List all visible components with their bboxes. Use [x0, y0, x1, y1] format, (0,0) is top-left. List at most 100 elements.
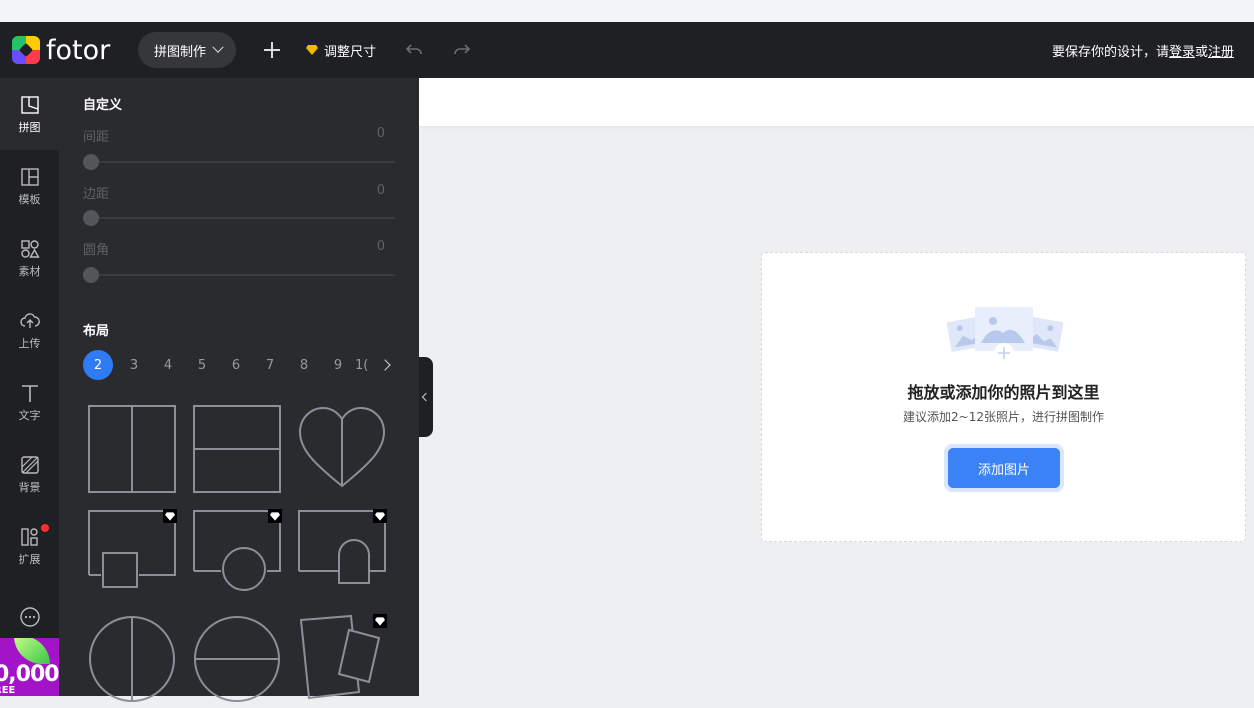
- rail-label: 扩展: [18, 552, 41, 566]
- template-icon: [20, 167, 39, 186]
- chevron-down-icon: [212, 41, 224, 53]
- save-hint-text: 要保存你的设计，请: [1051, 44, 1169, 60]
- logo-text: fotor: [46, 34, 111, 66]
- layout-two-vertical-icon: [88, 405, 176, 493]
- spacing-track[interactable]: [83, 161, 395, 163]
- layout-heart-icon: [298, 406, 386, 488]
- rail-item-collage[interactable]: 拼图: [0, 78, 59, 150]
- layout-circle-vertical[interactable]: [87, 614, 177, 704]
- add-image-label: 添加图片: [948, 448, 1060, 488]
- undo-icon[interactable]: [404, 40, 424, 60]
- drop-subtitle: 建议添加2~12张照片，进行拼图制作: [903, 410, 1104, 424]
- layout-rect-arch[interactable]: [297, 509, 387, 599]
- new-design-plus-icon[interactable]: [262, 40, 282, 60]
- vip-badge: [373, 509, 387, 523]
- padding-label: 边距: [83, 187, 110, 202]
- vip-badge: [163, 509, 177, 523]
- rail-label: 背景: [18, 480, 41, 494]
- or-text: 或: [1194, 44, 1208, 60]
- photos-illustration-icon: [946, 307, 1064, 363]
- page-2[interactable]: 2: [83, 350, 113, 380]
- rail-label: 模板: [18, 192, 41, 206]
- custom-section-title: 自定义: [83, 98, 123, 113]
- top-bar: fotor 拼图制作 调整尺寸 要保存你的设计，请登录或注册: [0, 22, 1254, 78]
- layout-circle-horizontal[interactable]: [192, 614, 282, 704]
- promo-caption: REE CREDITS: [0, 685, 16, 696]
- text-icon: [21, 384, 38, 402]
- rail-item-elements[interactable]: 素材: [0, 222, 59, 294]
- promo-amount: 0,000: [0, 662, 59, 687]
- rail-item-template[interactable]: 模板: [0, 150, 59, 222]
- rail-item-upload[interactable]: 上传: [0, 294, 59, 366]
- rail-item-text[interactable]: 文字: [0, 366, 59, 438]
- padding-slider-thumb[interactable]: [83, 210, 99, 226]
- apps-icon: [20, 527, 38, 546]
- resize-button[interactable]: 调整尺寸: [306, 41, 376, 60]
- corner-radius-label: 圆角: [83, 243, 110, 258]
- add-image-button[interactable]: 添加图片: [944, 444, 1064, 492]
- photo-dropzone[interactable]: 拖放或添加你的照片到这里 建议添加2~12张照片，进行拼图制作 添加图片: [761, 252, 1246, 542]
- layout-tilted-photos[interactable]: [297, 614, 387, 704]
- browser-top-strip: [0, 0, 1254, 22]
- spacing-value: 0: [376, 126, 385, 141]
- left-rail: 拼图 模板 素材 上传 文字 背景 扩展 0,000 REE CREDITS: [0, 78, 59, 696]
- save-hint: 要保存你的设计，请登录或注册: [1052, 41, 1234, 60]
- diamond-icon: [165, 511, 175, 521]
- rail-item-apps[interactable]: 扩展: [0, 510, 59, 582]
- page-6[interactable]: 6: [219, 350, 253, 380]
- redo-icon[interactable]: [452, 40, 472, 60]
- diamond-icon: [270, 511, 280, 521]
- page-10[interactable]: 1(: [355, 350, 379, 380]
- collage-panel: 自定义 间距 0 边距 0 圆角 0 布局 2 3 4 5 6 7 8 9 1(: [59, 78, 419, 702]
- register-link[interactable]: 注册: [1208, 45, 1234, 60]
- page-3[interactable]: 3: [117, 350, 151, 380]
- leaf-icon: [14, 638, 50, 664]
- layout-rect-square[interactable]: [87, 509, 177, 599]
- rail-label: 素材: [18, 264, 41, 278]
- spacing-slider-thumb[interactable]: [83, 154, 99, 170]
- mode-dropdown[interactable]: 拼图制作: [138, 32, 237, 68]
- chevron-right-icon[interactable]: [379, 355, 393, 375]
- rail-label: 拼图: [18, 120, 41, 134]
- layout-two-horizontal[interactable]: [192, 404, 282, 494]
- diamond-icon: [306, 45, 319, 55]
- collapse-panel-button[interactable]: [419, 357, 433, 437]
- fotor-logo[interactable]: fotor: [12, 35, 122, 66]
- elements-icon: [20, 239, 40, 258]
- resize-label: 调整尺寸: [324, 44, 377, 60]
- diamond-icon: [375, 511, 385, 521]
- page-9[interactable]: 9: [321, 350, 355, 380]
- layout-rect-circle[interactable]: [192, 509, 282, 599]
- drop-title: 拖放或添加你的照片到这里: [907, 383, 1100, 402]
- page-8[interactable]: 8: [287, 350, 321, 380]
- diamond-icon: [375, 616, 385, 626]
- vip-badge: [373, 614, 387, 628]
- spacing-label: 间距: [83, 130, 110, 145]
- layout-two-vertical[interactable]: [87, 404, 177, 494]
- padding-value: 0: [376, 183, 385, 198]
- layout-circle-horizontal-icon: [194, 616, 280, 702]
- rail-label: 上传: [18, 336, 41, 350]
- vip-badge: [268, 509, 282, 523]
- more-icon: [19, 606, 40, 627]
- free-credits-promo[interactable]: 0,000 REE CREDITS: [0, 638, 59, 696]
- mode-label: 拼图制作: [154, 44, 207, 60]
- page-5[interactable]: 5: [185, 350, 219, 380]
- photo-count-pager: 2 3 4 5 6 7 8 9 1(: [83, 350, 393, 380]
- corner-radius-slider-thumb[interactable]: [83, 267, 99, 283]
- layout-circle-vertical-icon: [89, 616, 175, 702]
- layout-section-title: 布局: [83, 324, 110, 339]
- login-link[interactable]: 登录: [1169, 45, 1195, 60]
- rail-label: 文字: [18, 408, 41, 422]
- padding-track[interactable]: [83, 217, 395, 219]
- corner-radius-value: 0: [376, 239, 385, 254]
- notification-dot: [41, 524, 49, 532]
- layout-two-horizontal-icon: [193, 405, 281, 493]
- upload-icon: [19, 312, 40, 328]
- collage-icon: [20, 95, 39, 114]
- page-4[interactable]: 4: [151, 350, 185, 380]
- corner-radius-track[interactable]: [83, 274, 395, 276]
- layout-heart[interactable]: [297, 404, 387, 494]
- rail-item-background[interactable]: 背景: [0, 438, 59, 510]
- page-7[interactable]: 7: [253, 350, 287, 380]
